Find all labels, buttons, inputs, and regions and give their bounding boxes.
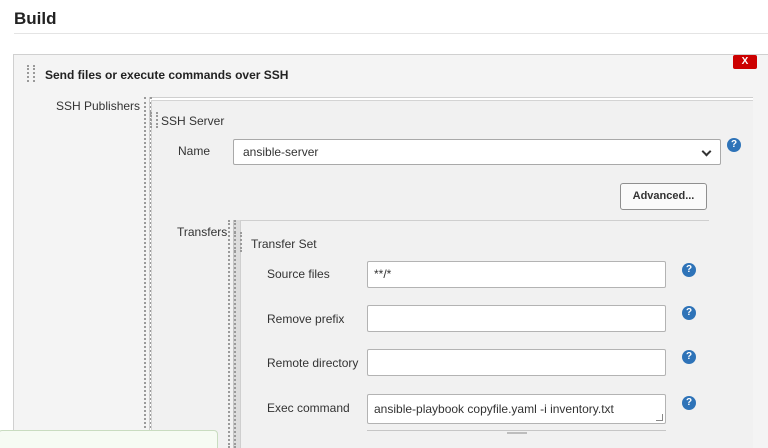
exec-command-textarea[interactable]: ansible-playbook copyfile.yaml -i invent…	[367, 394, 666, 424]
resize-grip-icon[interactable]	[507, 432, 527, 434]
resize-corner-icon[interactable]	[656, 414, 663, 421]
builder-title: Send files or execute commands over SSH	[45, 68, 289, 82]
name-select-value: ansible-server	[243, 145, 319, 159]
drag-handle-icon[interactable]	[228, 220, 236, 448]
name-select[interactable]: ansible-server	[233, 139, 721, 165]
name-label: Name	[178, 144, 211, 158]
help-icon[interactable]: ?	[727, 138, 741, 152]
help-icon[interactable]: ?	[682, 396, 696, 410]
help-icon[interactable]: ?	[682, 306, 696, 320]
transfers-label: Transfers	[177, 225, 228, 239]
drag-handle-icon[interactable]	[27, 65, 35, 82]
drag-handle-icon[interactable]	[234, 232, 242, 252]
source-files-label: Source files	[267, 267, 330, 281]
section-title-build: Build	[14, 9, 57, 28]
notification-toast	[0, 430, 218, 448]
textarea-resize-bar	[367, 430, 666, 431]
delete-step-button[interactable]: X	[733, 55, 757, 69]
help-icon[interactable]: ?	[682, 350, 696, 364]
ssh-publishers-label: SSH Publishers	[56, 99, 141, 113]
ssh-server-label: SSH Server	[161, 114, 225, 128]
exec-command-value: ansible-playbook copyfile.yaml -i invent…	[374, 402, 614, 416]
exec-command-label: Exec command	[267, 401, 350, 415]
section-divider	[14, 33, 768, 34]
chevron-down-icon	[701, 146, 712, 157]
remote-directory-label: Remote directory	[267, 356, 359, 370]
transfer-set-title: Transfer Set	[251, 237, 317, 251]
source-files-input[interactable]: **/*	[367, 261, 666, 288]
drag-handle-icon[interactable]	[150, 112, 158, 128]
remove-prefix-label: Remove prefix	[267, 312, 345, 326]
remote-directory-input[interactable]	[367, 349, 666, 376]
advanced-button[interactable]: Advanced...	[620, 183, 707, 210]
help-icon[interactable]: ?	[682, 263, 696, 277]
remove-prefix-input[interactable]	[367, 305, 666, 332]
